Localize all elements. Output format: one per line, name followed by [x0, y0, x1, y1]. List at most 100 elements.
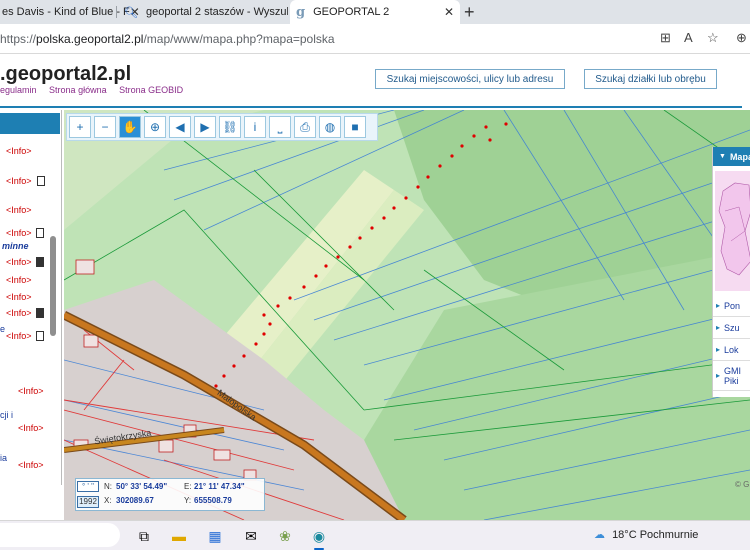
layer-label-fragment: ia: [0, 453, 8, 463]
address-bar: https://polska.geoportal2.pl/map/www/map…: [0, 24, 750, 54]
layer-label-fragment: cji i: [0, 410, 13, 420]
site-header: .geoportal2.pl egulamin Strona główna St…: [0, 55, 750, 109]
panel-item[interactable]: ▸ Szu: [713, 317, 750, 339]
coordinate-system-selector[interactable]: 1992: [77, 496, 99, 508]
tab-label: es Davis - Kind of Blue - F: [2, 6, 130, 18]
document-icon[interactable]: [36, 331, 44, 341]
map-copyright: © G: [735, 480, 750, 489]
coordinate-format-selector[interactable]: ° ' ": [77, 481, 99, 492]
link-home[interactable]: Strona główna: [49, 85, 107, 95]
lock-icon: [36, 308, 44, 318]
link-regulamin[interactable]: egulamin: [0, 85, 37, 95]
chevron-right-icon: ▸: [716, 345, 721, 354]
map-canvas[interactable]: Małopolska Świętokrzyska: [64, 110, 750, 520]
url-field[interactable]: https://polska.geoportal2.pl/map/www/map…: [0, 32, 335, 46]
panel-item[interactable]: ▸ Lok: [713, 339, 750, 361]
info-icon[interactable]: i: [244, 116, 266, 138]
browser-tab-strip: es Davis - Kind of Blue - F ✕ 🔍︎ geoport…: [0, 0, 750, 24]
info-link[interactable]: <Info>: [18, 460, 44, 470]
y-label: Y:: [184, 496, 192, 505]
n-value: 50° 33' 54.49": [116, 482, 168, 491]
layer-group-label: minne: [2, 241, 29, 251]
url-path: /map/www/mapa.php?mapa=polska: [143, 32, 335, 46]
y-value: 655508.79: [194, 496, 232, 505]
new-tab-button[interactable]: +: [464, 2, 475, 23]
header-links: egulamin Strona główna Strona GEOBID: [0, 85, 193, 95]
info-link[interactable]: <Info>: [6, 257, 32, 267]
info-link[interactable]: <Info>: [6, 331, 32, 341]
pan-hand-icon[interactable]: ✋: [119, 116, 141, 138]
link-icon[interactable]: ⛓: [219, 116, 241, 138]
overview-panel-header[interactable]: ▼ Mapa: [713, 147, 750, 166]
overview-panel-title: Mapa: [729, 151, 750, 162]
map-toolbar: + − ✋ ⊕ ◀ ▶ ⛓ i ⎵ ⎙ ◍ ■: [66, 113, 378, 141]
weather-widget[interactable]: ☁ 18°C Pochmurnie: [594, 528, 698, 541]
collections-icon[interactable]: ⊕: [736, 30, 747, 46]
panel-item-label: GMI Piki: [724, 365, 742, 386]
overview-map[interactable]: [715, 171, 750, 291]
task-view-icon[interactable]: ⧉: [133, 525, 155, 547]
weather-temperature: 18°C: [612, 529, 637, 541]
layers-scrollbar[interactable]: [50, 236, 56, 336]
overview-panel: ▼ Mapa ▸Pon ▸Szu ▸Lok ▸GMI Piki: [712, 147, 750, 397]
windows-taskbar: ⧉ ▬ ▦ ✉ ❀ ◉ ☁ 18°C Pochmurnie: [0, 520, 750, 550]
map-graphics: [64, 110, 750, 520]
zoom-in-icon[interactable]: +: [69, 116, 91, 138]
mail-icon[interactable]: ✉: [240, 525, 262, 547]
x-label: X:: [104, 496, 112, 505]
app-icon[interactable]: ❀: [274, 525, 296, 547]
app-install-icon[interactable]: ⊞: [660, 30, 671, 46]
measure-icon[interactable]: ⎵: [269, 116, 291, 138]
tab-label: GEOPORTAL 2: [313, 6, 390, 18]
site-logo[interactable]: .geoportal2.pl: [0, 63, 131, 86]
info-link[interactable]: <Info>: [18, 423, 44, 433]
e-label: E:: [184, 482, 192, 491]
chevron-right-icon: ▸: [716, 301, 721, 310]
coordinates-panel: ° ' " 1992 N: 50° 33' 54.49" E: 21° 11' …: [75, 478, 265, 511]
close-icon[interactable]: ✕: [444, 5, 454, 19]
info-link[interactable]: <Info>: [6, 292, 32, 302]
chevron-down-icon: ▼: [719, 153, 726, 160]
x-value: 302089.67: [116, 496, 154, 505]
tab-label: geoportal 2 staszów - Wyszukaj: [145, 6, 288, 18]
layers-panel: <Info> <Info> <Info> <Info> minne <Info>…: [0, 110, 62, 485]
document-icon[interactable]: [37, 176, 45, 186]
favorite-star-icon[interactable]: ☆: [707, 30, 719, 46]
edge-browser-icon[interactable]: ◉: [308, 525, 330, 550]
weather-description: Pochmurnie: [639, 529, 699, 541]
panel-item-label: Szu: [724, 322, 740, 333]
panel-item-label: Lok: [724, 344, 739, 355]
tab-geoportal-search[interactable]: 🔍︎ geoportal 2 staszów - Wyszukaj ✕: [118, 0, 288, 24]
document-icon[interactable]: [36, 228, 44, 238]
zoom-out-icon[interactable]: −: [94, 116, 116, 138]
forward-arrow-icon[interactable]: ▶: [194, 116, 216, 138]
panel-item-label: Pon: [724, 300, 741, 311]
info-link[interactable]: <Info>: [6, 308, 32, 318]
header-divider: [0, 106, 742, 108]
store-icon[interactable]: ▦: [204, 525, 226, 547]
info-link[interactable]: <Info>: [18, 386, 44, 396]
camera-icon[interactable]: ■: [344, 116, 366, 138]
read-aloud-icon[interactable]: A: [684, 30, 693, 45]
info-link[interactable]: <Info>: [6, 146, 32, 156]
back-arrow-icon[interactable]: ◀: [169, 116, 191, 138]
chevron-right-icon: ▸: [716, 323, 721, 332]
link-geobid[interactable]: Strona GEOBID: [119, 85, 183, 95]
info-link[interactable]: <Info>: [6, 275, 32, 285]
url-scheme: https://: [0, 32, 37, 46]
info-link[interactable]: <Info>: [6, 176, 32, 186]
search-icon: 🔍︎: [124, 6, 138, 19]
globe-icon[interactable]: ◍: [319, 116, 341, 138]
print-icon[interactable]: ⎙: [294, 116, 316, 138]
info-link[interactable]: <Info>: [6, 205, 32, 215]
tab-geoportal-2[interactable]: g GEOPORTAL 2 ✕: [290, 0, 460, 24]
file-explorer-icon[interactable]: ▬: [168, 525, 190, 547]
info-link[interactable]: <Info>: [6, 228, 32, 238]
tab-separator: [116, 6, 117, 18]
panel-item[interactable]: ▸ GMI Piki: [713, 361, 750, 391]
search-place-button[interactable]: Szukaj miejscowości, ulicy lub adresu: [375, 69, 565, 89]
taskbar-search-box[interactable]: [0, 523, 120, 547]
search-parcel-button[interactable]: Szukaj działki lub obrębu: [584, 69, 717, 89]
panel-item[interactable]: ▸ Pon: [713, 295, 750, 317]
zoom-box-icon[interactable]: ⊕: [144, 116, 166, 138]
